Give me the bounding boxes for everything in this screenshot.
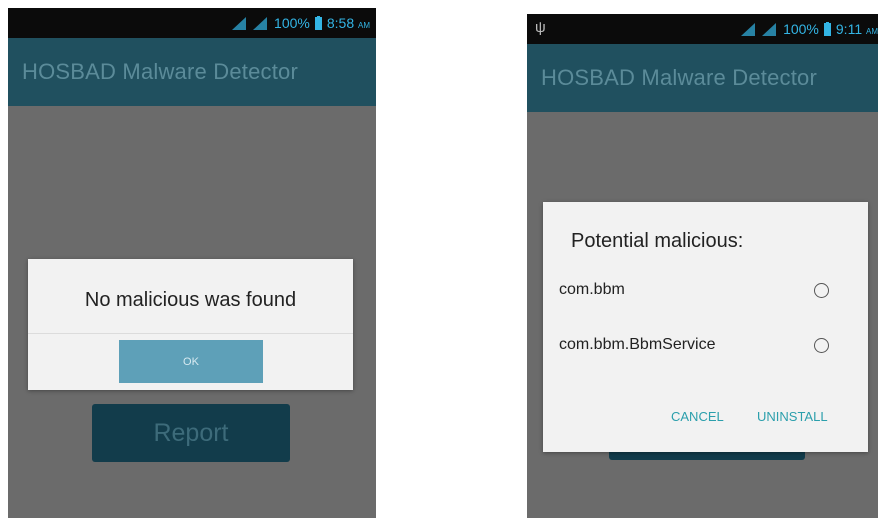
list-item[interactable]: com.bbm.BbmService bbox=[543, 329, 868, 363]
signal-icon bbox=[232, 16, 247, 30]
cancel-button[interactable]: CANCEL bbox=[671, 409, 724, 424]
dialog-message: No malicious was found bbox=[84, 289, 297, 311]
app-title: HOSBAD Malware Detector bbox=[8, 38, 376, 106]
left-phone-screen: 100% 8:58 AM HOSBAD Malware Detector Rep… bbox=[8, 8, 376, 518]
dialog-title: Potential malicious: bbox=[571, 230, 744, 252]
uninstall-button[interactable]: UNINSTALL bbox=[757, 409, 828, 424]
usb-icon: ψ bbox=[535, 19, 546, 36]
clock: 8:58 AM bbox=[326, 15, 370, 31]
battery-percent: 100% bbox=[783, 21, 819, 37]
right-phone-screen: ψ 100% 9:11 AM HOSBAD Malware Detector P… bbox=[527, 14, 878, 518]
result-dialog: No malicious was found OK bbox=[28, 259, 353, 390]
package-name: com.bbm bbox=[559, 281, 625, 298]
signal-icon bbox=[762, 22, 777, 36]
radio-button[interactable] bbox=[814, 338, 829, 353]
list-item[interactable]: com.bbm bbox=[543, 274, 868, 308]
report-button[interactable]: Report bbox=[92, 404, 290, 462]
battery-icon bbox=[823, 22, 831, 36]
signal-icon bbox=[741, 22, 756, 36]
app-title: HOSBAD Malware Detector bbox=[527, 44, 878, 112]
dialog-divider bbox=[28, 333, 353, 334]
battery-icon bbox=[314, 16, 322, 30]
status-bar: ψ 100% 9:11 AM bbox=[527, 14, 878, 44]
status-bar: 100% 8:58 AM bbox=[8, 8, 376, 38]
ok-button[interactable]: OK bbox=[119, 340, 263, 383]
package-name: com.bbm.BbmService bbox=[559, 336, 716, 353]
clock: 9:11 AM bbox=[835, 21, 878, 37]
malicious-apps-dialog: Potential malicious: com.bbm com.bbm.Bbm… bbox=[543, 202, 868, 452]
radio-button[interactable] bbox=[814, 283, 829, 298]
signal-icon bbox=[253, 16, 268, 30]
battery-percent: 100% bbox=[274, 15, 310, 31]
